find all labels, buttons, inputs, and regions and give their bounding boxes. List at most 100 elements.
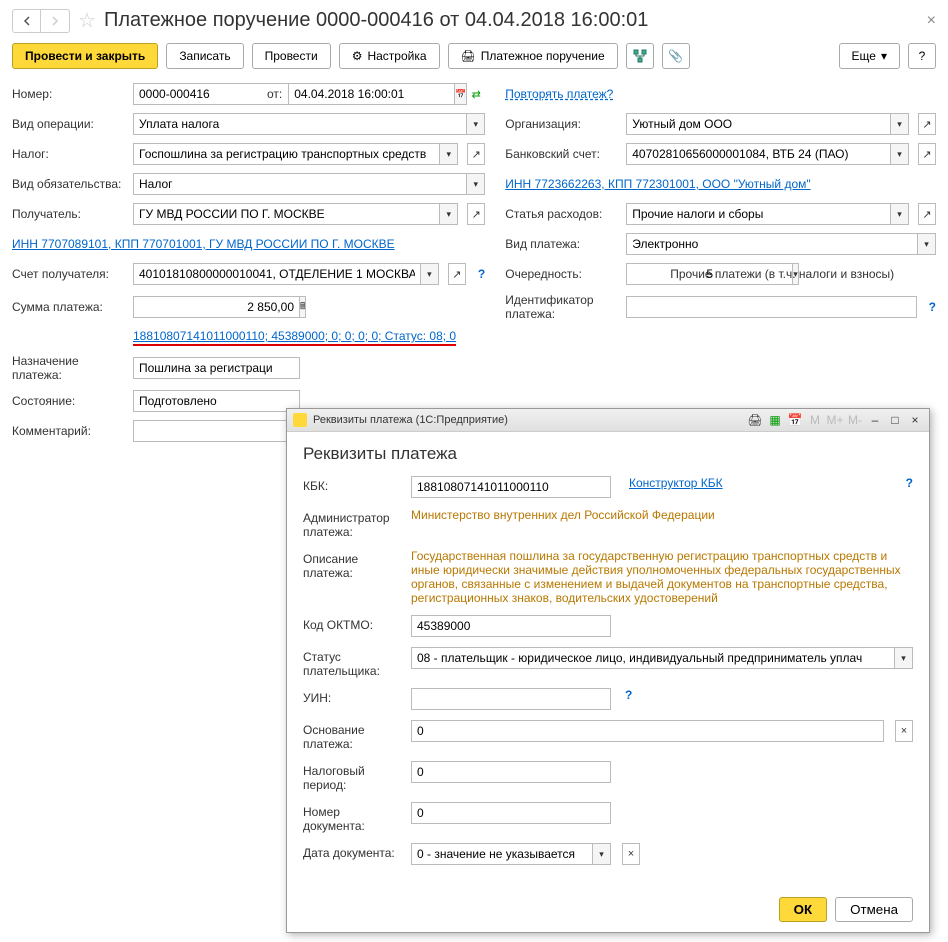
comment-input[interactable] xyxy=(133,420,300,442)
favorite-star-icon[interactable]: ☆ xyxy=(78,8,96,33)
m-minus-icon[interactable]: M- xyxy=(847,412,863,428)
payer-inn-link[interactable]: ИНН 7723662263, КПП 772301001, ООО "Уютн… xyxy=(505,177,810,191)
chevron-down-icon[interactable]: ▾ xyxy=(918,233,936,255)
m-icon[interactable]: M xyxy=(807,412,823,428)
amount-input[interactable] xyxy=(133,296,300,318)
tax-label: Налог: xyxy=(12,147,127,161)
date-label: от: xyxy=(267,87,282,101)
open-icon[interactable]: ↗ xyxy=(918,113,936,135)
chevron-down-icon[interactable]: ▾ xyxy=(440,203,458,225)
id-input[interactable] xyxy=(626,296,916,318)
chevron-down-icon: ▾ xyxy=(881,49,887,63)
attachment-button[interactable]: 📎 xyxy=(662,43,690,69)
status-input[interactable] xyxy=(133,390,300,412)
expense-input[interactable] xyxy=(626,203,891,225)
help-icon[interactable]: ? xyxy=(929,300,936,314)
uin-label: УИН: xyxy=(303,688,403,705)
op-type-input[interactable] xyxy=(133,113,467,135)
calendar-icon[interactable]: 📅 xyxy=(455,83,467,105)
cancel-button[interactable]: Отмена xyxy=(835,897,913,922)
chevron-down-icon[interactable]: ▾ xyxy=(593,843,611,865)
chevron-down-icon[interactable]: ▾ xyxy=(421,263,439,285)
bank-label: Банковский счет: xyxy=(505,147,620,161)
print-button[interactable]: 🖨Платежное поручение xyxy=(448,43,618,69)
settings-button[interactable]: ⚙Настройка xyxy=(339,43,440,69)
post-button[interactable]: Провести xyxy=(252,43,331,69)
chevron-down-icon[interactable]: ▾ xyxy=(891,203,909,225)
period-label: Налоговый период: xyxy=(303,761,403,792)
kbk-summary-link[interactable]: 18810807141011000110; 45389000; 0; 0; 0;… xyxy=(133,329,456,346)
kbk-input[interactable] xyxy=(411,476,611,498)
chevron-down-icon[interactable]: ▾ xyxy=(895,647,913,669)
calculator-icon[interactable]: 🖩 xyxy=(300,296,306,318)
app-icon xyxy=(293,413,307,427)
nav-forward-button[interactable] xyxy=(41,10,69,32)
tax-input[interactable] xyxy=(133,143,440,165)
print-icon[interactable]: 🖨 xyxy=(747,412,763,428)
docdate-input[interactable] xyxy=(411,843,593,865)
minimize-icon[interactable]: – xyxy=(867,412,883,428)
basis-input[interactable] xyxy=(411,720,884,742)
nav-buttons xyxy=(12,9,70,33)
ok-button[interactable]: ОК xyxy=(779,897,828,922)
purpose-label: Назначение платежа: xyxy=(12,354,127,382)
close-icon[interactable]: × xyxy=(907,412,923,428)
m-plus-icon[interactable]: M+ xyxy=(827,412,843,428)
kbk-constructor-link[interactable]: Конструктор КБК xyxy=(629,476,723,490)
obligation-input[interactable] xyxy=(133,173,467,195)
open-icon[interactable]: ↗ xyxy=(918,203,936,225)
number-label: Номер: xyxy=(12,87,127,101)
page-title: Платежное поручение 0000-000416 от 04.04… xyxy=(104,9,919,32)
payee-inn-link[interactable]: ИНН 7707089101, КПП 770701001, ГУ МВД РО… xyxy=(12,237,395,251)
payee-acct-input[interactable] xyxy=(133,263,421,285)
more-button[interactable]: Еще ▾ xyxy=(839,43,900,69)
open-icon[interactable]: ↗ xyxy=(467,143,485,165)
help-button[interactable]: ? xyxy=(908,43,936,69)
help-icon[interactable]: ? xyxy=(478,267,485,281)
open-icon[interactable]: ↗ xyxy=(918,143,936,165)
docnum-input[interactable] xyxy=(411,802,611,824)
clear-icon[interactable]: × xyxy=(622,843,640,865)
uin-input[interactable] xyxy=(411,688,611,710)
maximize-icon[interactable]: □ xyxy=(887,412,903,428)
kbk-label: КБК: xyxy=(303,476,403,493)
open-icon[interactable]: ↗ xyxy=(448,263,466,285)
help-icon[interactable]: ? xyxy=(625,688,632,702)
payer-status-input[interactable] xyxy=(411,647,895,669)
desc-label: Описание платежа: xyxy=(303,549,403,580)
chevron-down-icon[interactable]: ▾ xyxy=(440,143,458,165)
post-and-close-button[interactable]: Провести и закрыть xyxy=(12,43,158,69)
calendar-icon[interactable]: 📅 xyxy=(787,412,803,428)
repeat-payment-link[interactable]: Повторять платеж? xyxy=(505,87,613,101)
obligation-label: Вид обязательства: xyxy=(12,177,127,191)
gear-icon: ⚙ xyxy=(352,49,363,63)
payee-acct-label: Счет получателя: xyxy=(12,267,127,281)
chevron-down-icon[interactable]: ▾ xyxy=(891,113,909,135)
period-input[interactable] xyxy=(411,761,611,783)
grid-icon[interactable]: ▦ xyxy=(767,412,783,428)
save-button[interactable]: Записать xyxy=(166,43,243,69)
date-action-icon[interactable]: ⇄ xyxy=(467,83,485,105)
bank-input[interactable] xyxy=(626,143,891,165)
nav-back-button[interactable] xyxy=(13,10,41,32)
open-icon[interactable]: ↗ xyxy=(467,203,485,225)
payee-input[interactable] xyxy=(133,203,440,225)
printer-icon: 🖨 xyxy=(461,49,476,63)
close-icon[interactable]: × xyxy=(927,12,936,30)
chevron-down-icon[interactable]: ▾ xyxy=(467,173,485,195)
admin-value: Министерство внутренних дел Российской Ф… xyxy=(411,508,913,522)
clear-icon[interactable]: × xyxy=(895,720,913,742)
chevron-down-icon[interactable]: ▾ xyxy=(467,113,485,135)
docdate-label: Дата документа: xyxy=(303,843,403,860)
expense-label: Статья расходов: xyxy=(505,207,620,221)
pay-kind-input[interactable] xyxy=(626,233,918,255)
help-icon[interactable]: ? xyxy=(906,476,913,490)
id-label: Идентификатор платежа: xyxy=(505,293,620,321)
structure-icon-button[interactable] xyxy=(626,43,654,69)
purpose-input[interactable] xyxy=(133,357,300,379)
date-input[interactable] xyxy=(288,83,455,105)
org-input[interactable] xyxy=(626,113,891,135)
chevron-down-icon[interactable]: ▾ xyxy=(891,143,909,165)
payer-status-label: Статус плательщика: xyxy=(303,647,403,678)
oktmo-input[interactable] xyxy=(411,615,611,637)
